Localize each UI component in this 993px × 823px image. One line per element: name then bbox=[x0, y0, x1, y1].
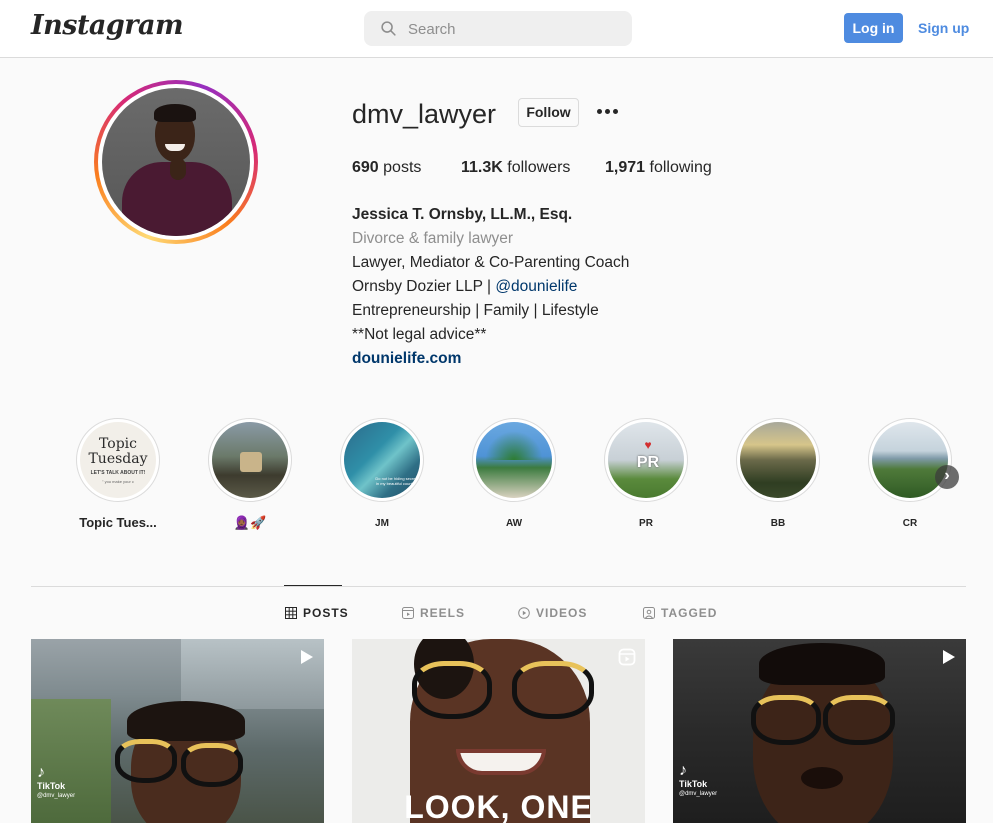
reels-icon bbox=[402, 607, 414, 619]
tiktok-watermark: ♪ TikTok @dmv_lawyer bbox=[679, 762, 718, 798]
highlight-label: 🧕🏾🚀 bbox=[233, 515, 267, 530]
instagram-logo[interactable]: Instagram bbox=[31, 10, 184, 41]
post-thumbnail[interactable]: ♪ TikTok @dmv_lawyer bbox=[31, 639, 324, 823]
chevron-right-icon[interactable]: › bbox=[935, 465, 959, 489]
tab-posts[interactable]: POSTS bbox=[285, 606, 349, 620]
reels-icon bbox=[618, 648, 636, 666]
highlight-cover: Do not be hiding secret in my beautiful … bbox=[344, 422, 420, 498]
post-thumbnail[interactable]: ♪ TikTok @dmv_lawyer bbox=[673, 639, 966, 823]
highlight-cover: ♥ PR bbox=[608, 422, 684, 498]
highlight-item[interactable]: BB bbox=[736, 418, 820, 529]
tag-icon bbox=[643, 607, 655, 619]
highlight-cover bbox=[476, 422, 552, 498]
bio-mention-link[interactable]: @dounielife bbox=[495, 278, 577, 295]
highlight-item[interactable]: ♥ PR PR bbox=[604, 418, 688, 529]
signup-link[interactable]: Sign up bbox=[918, 13, 969, 43]
highlight-cover bbox=[872, 422, 948, 498]
highlight-item[interactable]: 🧕🏾🚀 bbox=[208, 418, 292, 531]
more-options-icon[interactable] bbox=[597, 104, 621, 118]
profile-avatar[interactable] bbox=[94, 80, 258, 244]
highlight-item[interactable]: AW bbox=[472, 418, 556, 529]
tab-tagged[interactable]: TAGGED bbox=[643, 606, 717, 620]
grid-icon bbox=[285, 607, 297, 619]
highlight-label: PR bbox=[639, 518, 653, 529]
bio-line: Ornsby Dozier LLP | @dounielife bbox=[352, 278, 578, 295]
highlight-label: JM bbox=[375, 518, 389, 529]
highlight-label: BB bbox=[770, 518, 786, 529]
bio-line: Entrepreneurship | Family | Lifestyle bbox=[352, 302, 599, 319]
profile-username: dmv_lawyer bbox=[352, 99, 497, 129]
tab-videos[interactable]: VIDEOS bbox=[518, 606, 587, 620]
post-overlay-text: LOOK, ONE bbox=[404, 789, 593, 823]
posts-count: 690 posts bbox=[352, 159, 422, 176]
search-icon bbox=[381, 21, 396, 36]
follow-button[interactable]: Follow bbox=[518, 98, 579, 127]
profile-full-name: Jessica T. Ornsby, LL.M., Esq. bbox=[352, 206, 573, 223]
heart-icon: ♥ bbox=[644, 438, 652, 452]
tiktok-icon: ♪ bbox=[679, 762, 687, 779]
active-tab-indicator bbox=[284, 585, 342, 586]
top-navigation-bar: Instagram Search Log in Sign up bbox=[0, 0, 993, 58]
search-input[interactable]: Search bbox=[408, 21, 456, 38]
highlight-cover: Topic Tuesday LET'S TALK ABOUT IT! " you… bbox=[80, 422, 156, 498]
tiktok-icon: ♪ bbox=[37, 764, 45, 781]
highlight-cover bbox=[740, 422, 816, 498]
search-box[interactable]: Search bbox=[364, 11, 632, 46]
tab-reels[interactable]: REELS bbox=[402, 606, 465, 620]
play-circle-icon bbox=[518, 607, 530, 619]
bio-line: **Not legal advice** bbox=[352, 326, 487, 343]
highlight-label: CR bbox=[902, 518, 918, 529]
post-thumbnail[interactable]: LOOK, ONE bbox=[352, 639, 645, 823]
highlight-cover bbox=[212, 422, 288, 498]
login-button[interactable]: Log in bbox=[844, 13, 903, 43]
highlight-label: Topic Tues... bbox=[79, 515, 157, 530]
highlight-label: AW bbox=[505, 518, 523, 529]
tab-divider bbox=[31, 586, 966, 587]
bio-website-link[interactable]: dounielife.com bbox=[352, 347, 629, 371]
video-icon bbox=[943, 650, 955, 664]
highlight-item[interactable]: Topic Tuesday LET'S TALK ABOUT IT! " you… bbox=[76, 418, 160, 530]
profile-bio: Jessica T. Ornsby, LL.M., Esq. Divorce &… bbox=[352, 203, 629, 371]
profile-category: Divorce & family lawyer bbox=[352, 230, 514, 247]
profile-photo bbox=[102, 88, 250, 236]
following-count[interactable]: 1,971 following bbox=[605, 159, 712, 177]
highlight-item[interactable]: Do not be hiding secret in my beautiful … bbox=[340, 418, 424, 529]
bio-line: Lawyer, Mediator & Co-Parenting Coach bbox=[352, 254, 630, 271]
tiktok-watermark: ♪ TikTok @dmv_lawyer bbox=[37, 764, 76, 800]
video-icon bbox=[301, 650, 313, 664]
followers-count[interactable]: 11.3K followers bbox=[461, 159, 570, 177]
